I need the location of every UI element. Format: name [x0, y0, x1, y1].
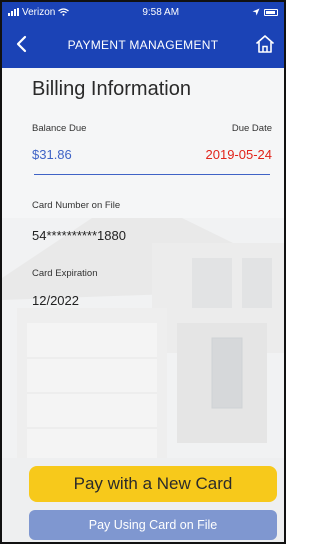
- billing-heading: Billing Information: [32, 78, 191, 100]
- signal-icon: [8, 8, 19, 16]
- balance-due-value: $31.86: [32, 147, 72, 162]
- home-icon: [255, 35, 275, 53]
- nav-bar: PAYMENT MANAGEMENT: [2, 22, 284, 68]
- pay-card-on-file-button[interactable]: Pay Using Card on File: [29, 510, 277, 540]
- balance-due-label: Balance Due: [32, 123, 87, 134]
- location-arrow-icon: [252, 8, 260, 16]
- status-time: 9:58 AM: [142, 6, 180, 18]
- card-number-label: Card Number on File: [32, 200, 121, 211]
- battery-icon: [264, 8, 278, 16]
- status-right: [252, 8, 278, 16]
- carrier-label: Verizon: [22, 6, 56, 18]
- due-date-label: Due Date: [231, 123, 272, 134]
- billing-content: Billing Information Balance Due Due Date…: [2, 68, 284, 542]
- wifi-icon: [58, 8, 70, 16]
- home-button[interactable]: [252, 31, 278, 57]
- card-expiration-label: Card Expiration: [32, 268, 98, 279]
- nav-title: PAYMENT MANAGEMENT: [67, 38, 219, 52]
- status-left: Verizon: [8, 6, 70, 18]
- card-expiration-value: 12/2022: [32, 293, 79, 308]
- divider-line: [34, 174, 270, 175]
- pay-new-card-button[interactable]: Pay with a New Card: [29, 466, 277, 502]
- status-bar: Verizon 9:58 AM: [2, 2, 284, 22]
- chevron-left-icon: [16, 35, 27, 53]
- back-button[interactable]: [10, 32, 34, 56]
- card-number-value: 54**********1880: [32, 228, 126, 243]
- phone-screen: Verizon 9:58 AM PAYMENT MANAGEMENT Billi…: [0, 0, 286, 544]
- due-date-value: 2019-05-24: [205, 147, 273, 162]
